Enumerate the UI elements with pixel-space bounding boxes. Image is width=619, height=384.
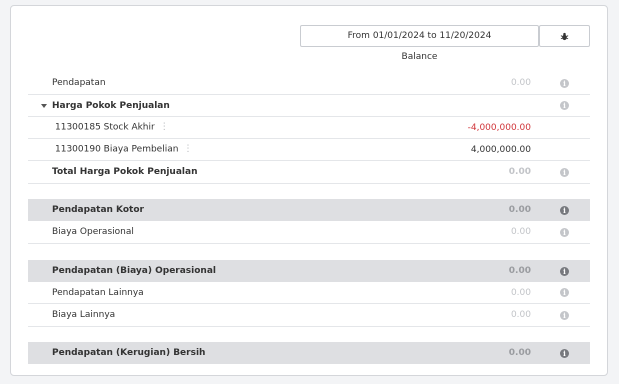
- row-label: Pendapatan: [52, 78, 106, 88]
- report-card: From 01/01/2024 to 11/20/2024 Balance Pe…: [10, 5, 608, 376]
- row-pendapatan-bersih: Pendapatan (Kerugian) Bersih 0.00 i: [28, 342, 590, 364]
- row-pendapatan-kotor: Pendapatan Kotor 0.00 i: [28, 199, 590, 221]
- row-pendapatan[interactable]: Pendapatan 0.00 i: [28, 72, 590, 95]
- account-label: 11300185 Stock Akhir ⋮: [55, 122, 169, 133]
- row-hpp[interactable]: Harga Pokok Penjualan i: [28, 95, 590, 117]
- account-name: 11300185 Stock Akhir: [55, 122, 155, 133]
- balance-column-header: Balance: [401, 52, 438, 62]
- row-pendapatan-lainnya[interactable]: Pendapatan Lainnya 0.00 i: [28, 282, 590, 304]
- info-icon[interactable]: i: [560, 78, 569, 88]
- row-value: 0.00: [508, 205, 531, 215]
- bug-icon: [560, 32, 569, 40]
- row-stock-akhir[interactable]: 11300185 Stock Akhir ⋮ -4,000,000.00: [28, 117, 590, 139]
- row-label: Biaya Operasional: [52, 227, 134, 237]
- header-action-button[interactable]: [539, 25, 590, 47]
- row-label: Harga Pokok Penjualan: [52, 100, 170, 111]
- row-total-hpp: Total Harga Pokok Penjualan 0.00 i: [28, 161, 590, 184]
- row-value: 0.00: [510, 227, 531, 237]
- account-name: 11300190 Biaya Pembelian: [55, 144, 179, 155]
- row-value: -4,000,000.00: [467, 122, 531, 133]
- date-range-header[interactable]: From 01/01/2024 to 11/20/2024: [300, 25, 539, 47]
- row-value: 0.00: [510, 310, 531, 320]
- info-icon[interactable]: i: [560, 266, 569, 276]
- account-label: 11300190 Biaya Pembelian ⋮: [55, 144, 192, 155]
- row-value: 4,000,000.00: [470, 144, 531, 155]
- kebab-icon[interactable]: ⋮: [183, 144, 192, 154]
- row-label: Pendapatan (Kerugian) Bersih: [52, 348, 206, 358]
- info-icon[interactable]: i: [560, 205, 569, 215]
- info-icon[interactable]: i: [560, 310, 569, 320]
- row-value: 0.00: [508, 266, 531, 276]
- info-icon[interactable]: i: [560, 101, 569, 110]
- info-icon[interactable]: i: [560, 227, 569, 237]
- info-icon[interactable]: i: [560, 348, 569, 358]
- row-value: 0.00: [508, 167, 531, 177]
- row-label: Total Harga Pokok Penjualan: [52, 167, 198, 177]
- row-biaya-pembelian[interactable]: 11300190 Biaya Pembelian ⋮ 4,000,000.00: [28, 139, 590, 161]
- row-biaya-lainnya[interactable]: Biaya Lainnya 0.00 i: [28, 304, 590, 327]
- row-label: Pendapatan Kotor: [52, 205, 144, 215]
- row-label: Pendapatan (Biaya) Operasional: [52, 266, 216, 276]
- row-value: 0.00: [510, 287, 531, 298]
- report-table: From 01/01/2024 to 11/20/2024 Balance Pe…: [28, 6, 590, 375]
- row-value: 0.00: [508, 348, 531, 358]
- info-icon[interactable]: i: [560, 167, 569, 177]
- row-pendapatan-operasional: Pendapatan (Biaya) Operasional 0.00 i: [28, 260, 590, 282]
- row-biaya-operasional[interactable]: Biaya Operasional 0.00 i: [28, 221, 590, 244]
- info-icon[interactable]: i: [560, 288, 569, 297]
- kebab-icon[interactable]: ⋮: [160, 122, 169, 132]
- row-label: Pendapatan Lainnya: [52, 287, 144, 298]
- row-label: Biaya Lainnya: [52, 310, 116, 320]
- row-value: 0.00: [510, 78, 531, 88]
- caret-down-icon[interactable]: [41, 103, 47, 108]
